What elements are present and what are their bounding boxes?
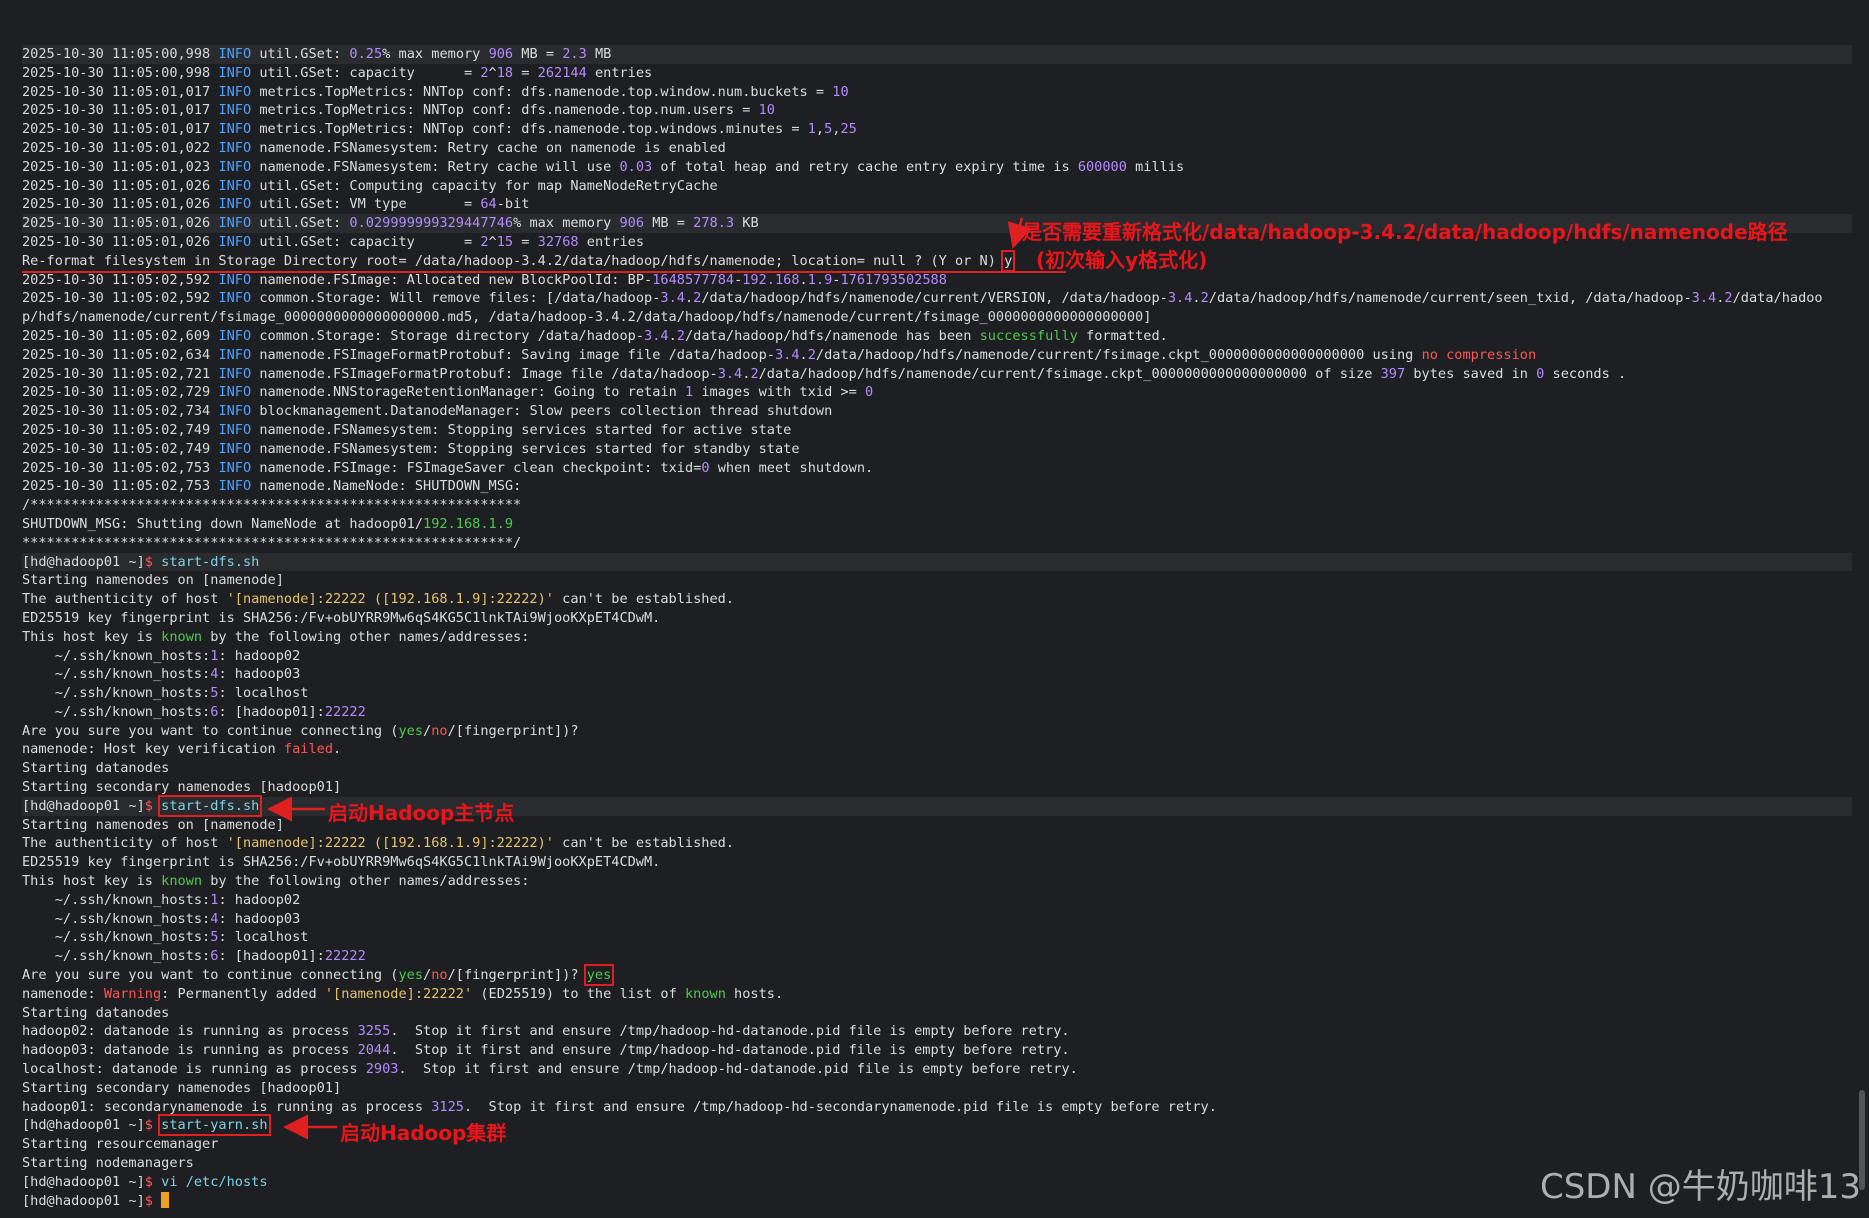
annotation-arrows — [267, 217, 1032, 1140]
watermark: CSDN @牛奶咖啡13 — [1539, 1167, 1861, 1207]
reformat-arrow — [1007, 217, 1032, 249]
